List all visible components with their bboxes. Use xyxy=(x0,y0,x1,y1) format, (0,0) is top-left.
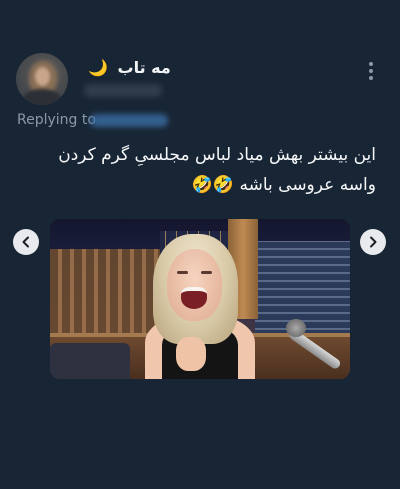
blurred-handle xyxy=(84,84,162,97)
previous-media-button[interactable] xyxy=(13,229,39,255)
more-dot-icon xyxy=(369,76,373,80)
more-options-button[interactable] xyxy=(360,58,382,84)
display-name[interactable]: 🌙 مه تاب xyxy=(88,58,171,77)
more-dot-icon xyxy=(369,69,373,73)
next-media-button[interactable] xyxy=(360,229,386,255)
media-microphone-head xyxy=(286,319,306,337)
display-name-text: مه تاب xyxy=(117,58,171,77)
media-chair xyxy=(50,343,130,379)
chevron-left-icon xyxy=(22,236,29,248)
media-person-hands xyxy=(176,337,206,371)
media-person-eye xyxy=(201,271,212,274)
moon-emoji: 🌙 xyxy=(88,58,108,77)
replying-to-label: Replying to xyxy=(17,112,96,128)
avatar[interactable] xyxy=(16,53,68,105)
chevron-right-icon xyxy=(370,236,377,248)
avatar-face xyxy=(35,67,50,86)
media-person-mouth xyxy=(181,287,207,309)
media-building-left xyxy=(50,249,160,339)
tweet-media-image[interactable] xyxy=(50,219,350,379)
avatar-shoulders xyxy=(22,89,62,105)
more-dot-icon xyxy=(369,62,373,66)
tweet-text-line-2: واسه عروسی باشه 🤣🤣 xyxy=(191,175,376,195)
tweet-text-line-1: این بیشتر بهش میاد لباس مجلسیِ گرم کردن xyxy=(58,145,376,165)
media-person-face xyxy=(167,249,222,321)
blurred-replying-handle[interactable] xyxy=(90,114,168,127)
tweet-text: این بیشتر بهش میاد لباس مجلسیِ گرم کردن … xyxy=(26,140,376,200)
media-person-eye xyxy=(177,271,188,274)
